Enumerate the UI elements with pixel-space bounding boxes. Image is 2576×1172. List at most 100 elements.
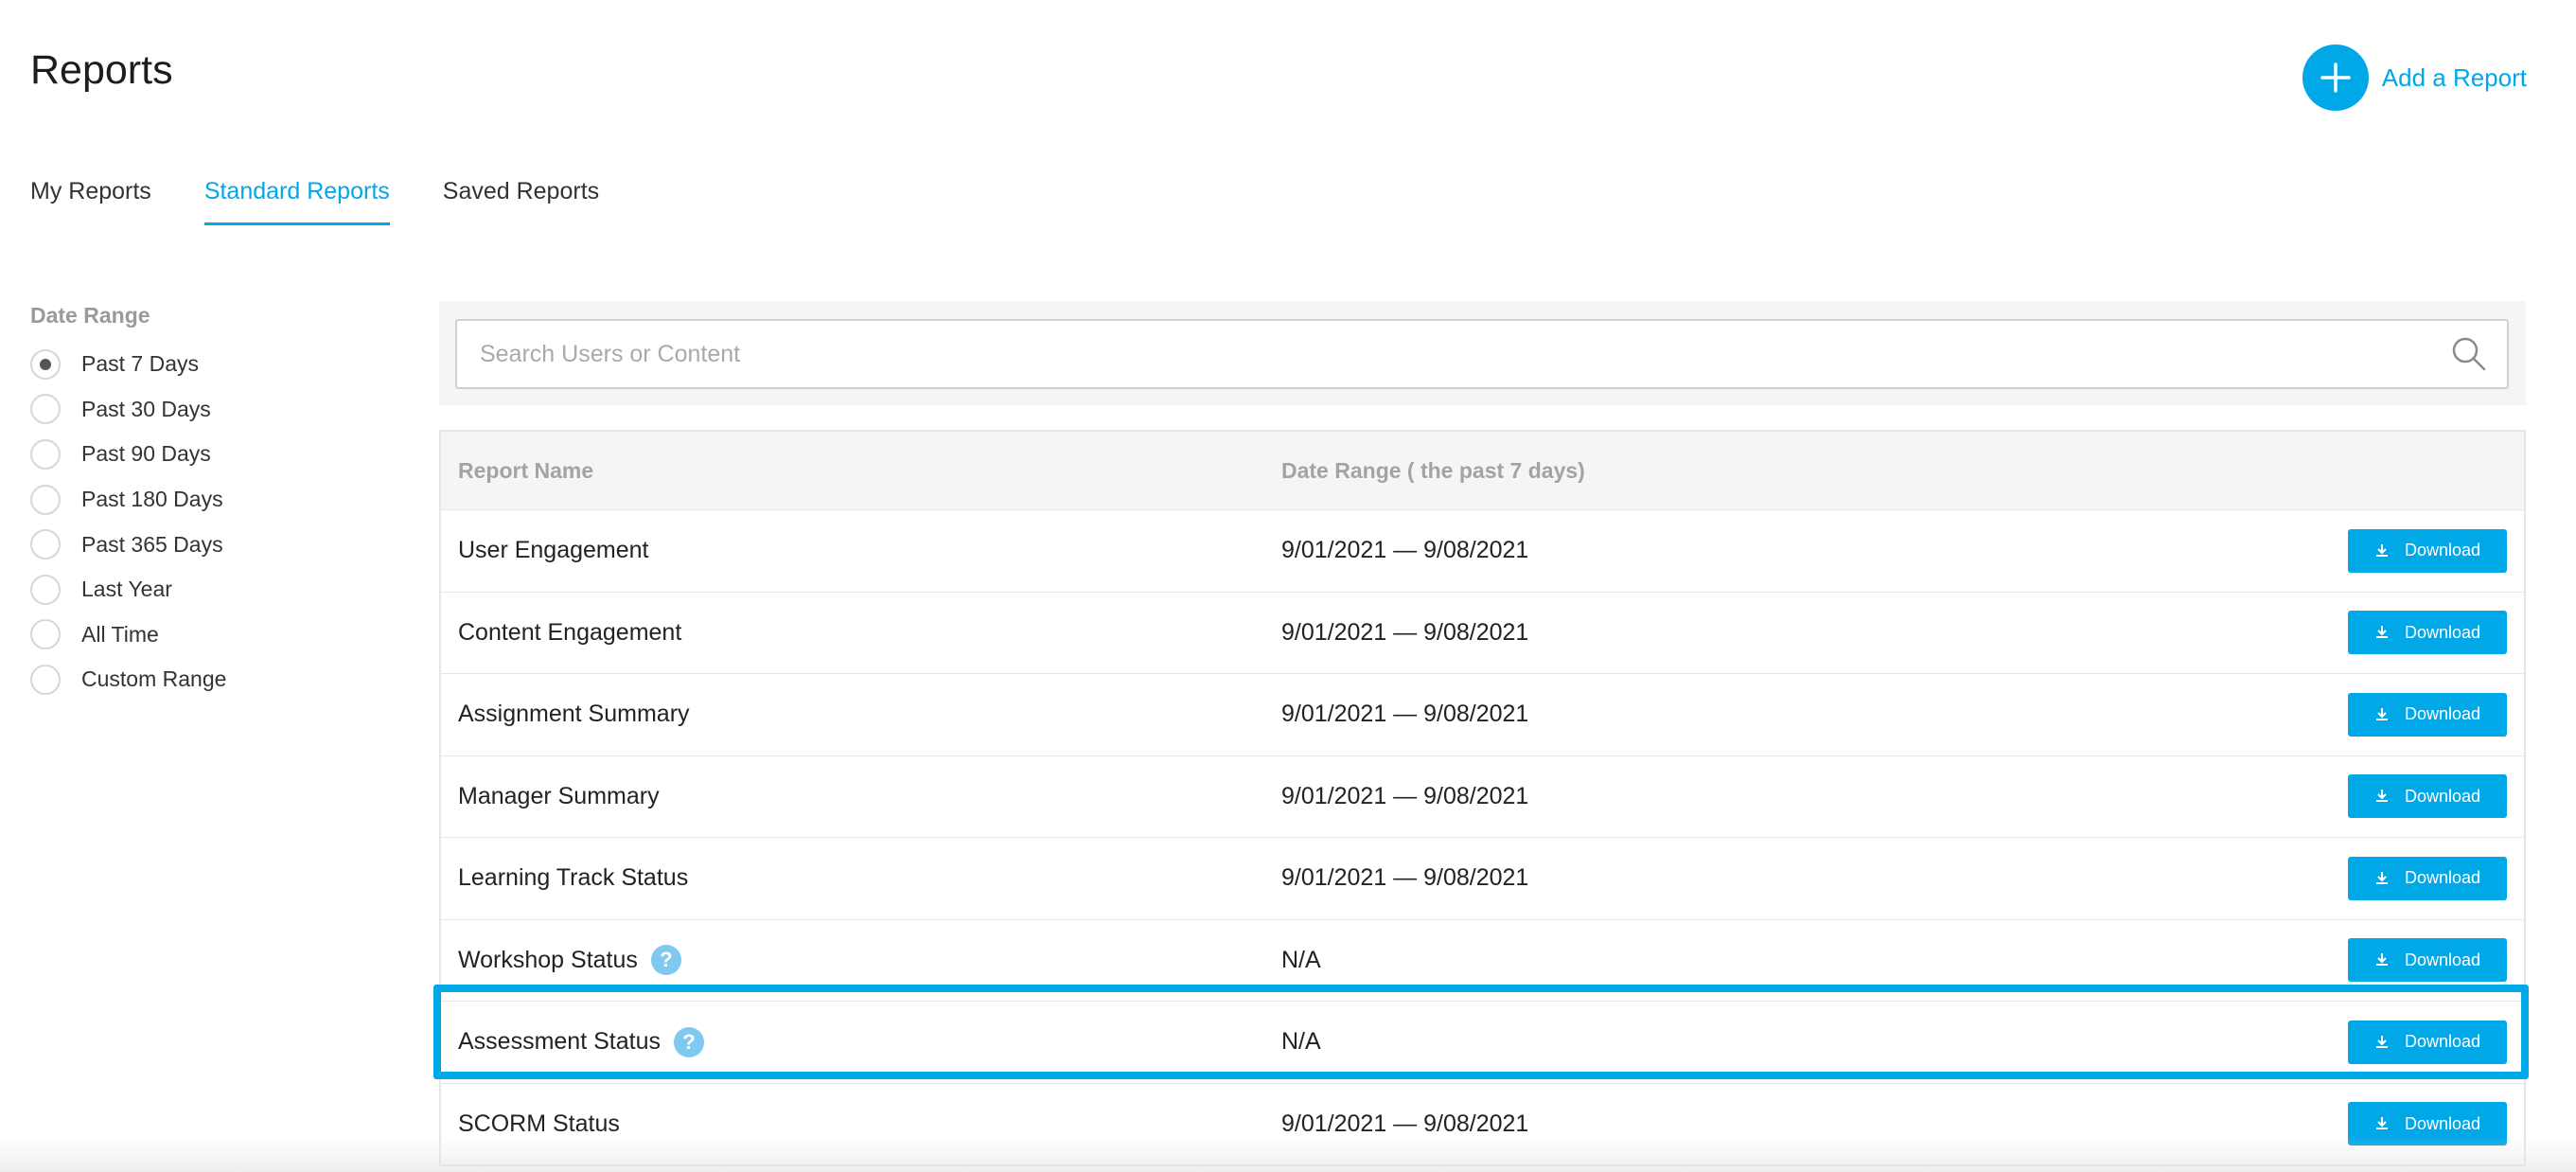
radio-option-last-year[interactable]: Last Year [30, 567, 226, 613]
report-name-text: Assignment Summary [458, 701, 690, 728]
report-name: Assignment Summary [458, 701, 690, 728]
download-icon [2375, 1035, 2388, 1048]
download-icon [2375, 790, 2388, 803]
radio-label[interactable]: Past 90 Days [81, 441, 211, 467]
download-button[interactable]: Download [2348, 774, 2507, 819]
radio-button[interactable] [30, 438, 61, 470]
table-row-highlighted: Assessment Status ? N/A Download [441, 1002, 2524, 1084]
report-name: User Engagement [458, 537, 649, 564]
download-icon [2375, 953, 2388, 967]
download-label: Download [2404, 868, 2481, 888]
report-name: Learning Track Status [458, 864, 688, 892]
add-report-button[interactable]: Add a Report [2302, 44, 2527, 111]
radio-selected-dot [40, 358, 51, 370]
reports-table: Report Name Date Range ( the past 7 days… [439, 430, 2526, 1166]
radio-option-all-time[interactable]: All Time [30, 613, 226, 658]
date-range-title: Date Range [30, 303, 150, 328]
download-label: Download [2404, 1032, 2481, 1052]
radio-option-past-180-days[interactable]: Past 180 Days [30, 477, 226, 523]
report-name: Workshop Status ? [458, 945, 681, 976]
report-name-text: User Engagement [458, 537, 649, 564]
radio-option-past-90-days[interactable]: Past 90 Days [30, 432, 226, 477]
add-report-label[interactable]: Add a Report [2382, 63, 2527, 93]
search-box [455, 319, 2509, 389]
report-name: Content Engagement [458, 619, 681, 647]
radio-label[interactable]: Past 365 Days [81, 532, 223, 558]
download-button[interactable]: Download [2348, 611, 2507, 655]
report-name-text: Assessment Status [458, 1028, 661, 1056]
help-icon[interactable]: ? [673, 1026, 704, 1057]
radio-button[interactable] [30, 484, 61, 515]
report-name: Assessment Status ? [458, 1026, 704, 1057]
radio-option-past-30-days[interactable]: Past 30 Days [30, 387, 226, 433]
report-date-range: 9/01/2021 — 9/08/2021 [1281, 1110, 1529, 1137]
download-icon [2375, 707, 2388, 720]
table-row: Content Engagement 9/01/2021 — 9/08/2021… [441, 592, 2524, 674]
report-date-range: 9/01/2021 — 9/08/2021 [1281, 782, 1529, 809]
report-name-text: SCORM Status [458, 1110, 620, 1137]
download-button[interactable]: Download [2348, 1020, 2507, 1064]
download-button[interactable]: Download [2348, 938, 2507, 983]
table-row: SCORM Status 9/01/2021 — 9/08/2021 Downl… [441, 1083, 2524, 1164]
radio-label[interactable]: All Time [81, 622, 159, 648]
report-date-range: N/A [1281, 946, 1321, 973]
download-label: Download [2404, 622, 2481, 642]
table-row: User Engagement 9/01/2021 — 9/08/2021 Do… [441, 510, 2524, 593]
download-icon [2375, 626, 2388, 639]
download-icon [2375, 543, 2388, 557]
table-row: Manager Summary 9/01/2021 — 9/08/2021 Do… [441, 755, 2524, 838]
date-range-filter: Date Range Past 7 Days Past 30 Days Past… [30, 303, 226, 702]
search-bar-container [439, 301, 2526, 405]
download-label: Download [2404, 1113, 2481, 1133]
download-button[interactable]: Download [2348, 1102, 2507, 1146]
radio-button[interactable] [30, 574, 61, 605]
report-date-range: 9/01/2021 — 9/08/2021 [1281, 701, 1529, 728]
download-button[interactable]: Download [2348, 528, 2507, 573]
radio-option-past-365-days[interactable]: Past 365 Days [30, 522, 226, 567]
page-title: Reports [30, 47, 173, 93]
radio-label[interactable]: Past 30 Days [81, 397, 211, 422]
radio-button[interactable] [30, 664, 61, 695]
report-date-range: 9/01/2021 — 9/08/2021 [1281, 618, 1529, 646]
table-row: Learning Track Status 9/01/2021 — 9/08/2… [441, 838, 2524, 920]
download-button[interactable]: Download [2348, 856, 2507, 900]
table-header: Report Name Date Range ( the past 7 days… [441, 432, 2524, 510]
report-name-text: Learning Track Status [458, 864, 689, 892]
header-date-range: Date Range ( the past 7 days) [1281, 457, 1585, 483]
radio-option-past-7-days[interactable]: Past 7 Days [30, 342, 226, 387]
tab-standard-reports[interactable]: Standard Reports [203, 178, 390, 225]
download-label: Download [2404, 541, 2481, 560]
table-row: Assignment Summary 9/01/2021 — 9/08/2021… [441, 674, 2524, 756]
report-name-text: Workshop Status [458, 946, 638, 973]
report-date-range: N/A [1281, 1028, 1321, 1056]
radio-button[interactable] [30, 619, 61, 650]
radio-option-custom-range[interactable]: Custom Range [30, 657, 226, 702]
tab-my-reports[interactable]: My Reports [30, 178, 151, 225]
radio-label[interactable]: Last Year [81, 577, 172, 602]
radio-label[interactable]: Past 7 Days [81, 351, 199, 377]
report-name: SCORM Status [458, 1110, 620, 1138]
download-label: Download [2404, 786, 2481, 806]
report-date-range: 9/01/2021 — 9/08/2021 [1281, 537, 1529, 564]
table-row: Workshop Status ? N/A Download [441, 919, 2524, 1002]
plus-icon[interactable] [2302, 44, 2369, 111]
radio-button[interactable] [30, 529, 61, 560]
download-button[interactable]: Download [2348, 692, 2507, 737]
report-tabs: My Reports Standard Reports Saved Report… [30, 178, 652, 225]
download-label: Download [2404, 704, 2481, 724]
report-name-text: Content Engagement [458, 618, 682, 646]
tab-saved-reports[interactable]: Saved Reports [443, 178, 599, 225]
report-date-range: 9/01/2021 — 9/08/2021 [1281, 864, 1529, 892]
report-name-text: Manager Summary [458, 782, 660, 809]
radio-label[interactable]: Past 180 Days [81, 487, 223, 512]
header-report-name: Report Name [458, 457, 594, 483]
radio-button[interactable] [30, 348, 61, 380]
radio-button[interactable] [30, 394, 61, 425]
radio-label[interactable]: Custom Range [81, 666, 226, 692]
download-icon [2375, 1117, 2388, 1130]
reports-page: Reports Add a Report My Reports Standard… [0, 0, 2576, 1172]
search-icon[interactable] [2450, 335, 2488, 373]
search-input[interactable] [457, 320, 2450, 388]
help-icon[interactable]: ? [650, 945, 681, 976]
download-label: Download [2404, 950, 2481, 969]
